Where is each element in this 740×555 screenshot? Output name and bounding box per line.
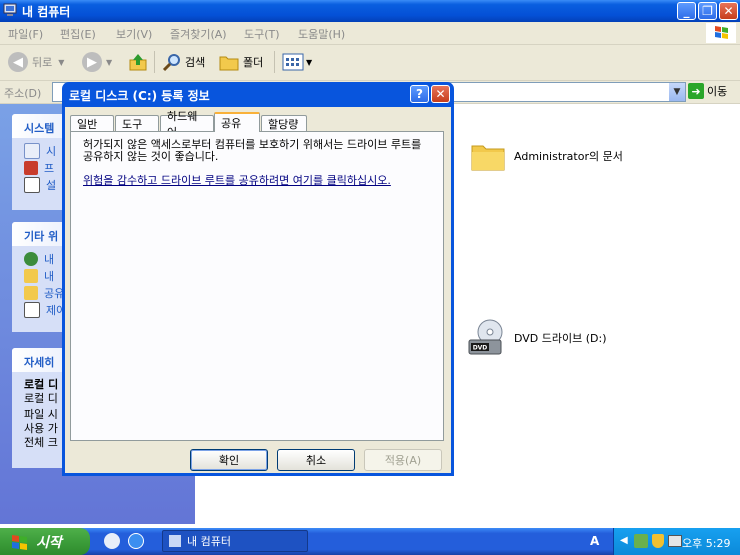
keyboard-icon[interactable] — [668, 535, 682, 547]
folder-icon — [24, 268, 38, 283]
up-folder-icon — [129, 54, 147, 71]
tab-quota[interactable]: 할당량 — [261, 115, 307, 131]
share-root-link[interactable]: 위험을 감수하고 드라이브 루트를 공유하려면 여기를 클릭하십시오. — [83, 172, 433, 188]
views-button[interactable]: ▼ — [282, 51, 312, 73]
change-setting-icon — [24, 176, 40, 193]
tab-sharing[interactable]: 공유 — [214, 112, 260, 132]
apply-button[interactable]: 적용(A) — [364, 449, 442, 471]
menu-file[interactable]: 파일(F) — [8, 26, 43, 42]
folder-icon — [471, 145, 505, 171]
sharing-warning-text: 허가되지 않은 액세스로부터 컴퓨터를 보호하기 위해서는 드라이브 루트를 공… — [83, 138, 422, 163]
back-button[interactable]: ◀ 뒤로 ▼ — [8, 51, 64, 73]
system-info-icon — [24, 142, 40, 159]
back-arrow-icon: ◀ — [8, 52, 28, 72]
ok-button[interactable]: 확인 — [190, 449, 268, 471]
menu-view[interactable]: 보기(V) — [116, 26, 152, 42]
my-computer-icon — [3, 3, 17, 16]
sharing-tab-panel: 허가되지 않은 액세스로부터 컴퓨터를 보호하기 위해서는 드라이브 루트를 공… — [70, 131, 444, 441]
go-button[interactable]: ➜ 이동 — [688, 83, 727, 99]
language-indicator[interactable]: A — [590, 534, 599, 548]
file-item-dvd-drive[interactable]: DVD DVD 드라이브 (D:) — [468, 318, 607, 358]
toolbar-separator — [154, 51, 155, 73]
file-item-admin-documents[interactable]: Administrator의 문서 — [470, 138, 623, 174]
internet-explorer-icon[interactable] — [128, 533, 144, 549]
tab-hardware[interactable]: 하드웨어 — [160, 110, 214, 139]
go-arrow-icon: ➜ — [688, 83, 704, 99]
help-button[interactable]: ? — [410, 85, 429, 103]
dialog-title: 로컬 디스크 (C:) 등록 정보 — [69, 89, 210, 103]
properties-dialog: 로컬 디스크 (C:) 등록 정보 ? ✕ 일반 도구 하드웨어 공유 할당량 … — [62, 82, 454, 476]
dialog-client: 일반 도구 하드웨어 공유 할당량 허가되지 않은 액세스로부터 컴퓨터를 보호… — [65, 107, 451, 473]
search-button[interactable]: 검색 — [162, 51, 205, 73]
chevron-down-icon: ▼ — [306, 57, 313, 67]
menu-edit[interactable]: 편집(E) — [60, 26, 96, 42]
toolbar-separator — [274, 51, 275, 73]
network-places-icon — [24, 251, 38, 266]
desktop-shortcut-icon[interactable] — [104, 533, 120, 549]
control-panel-icon — [24, 301, 40, 318]
window-title-bar[interactable]: 내 컴퓨터 _ ❐ ✕ — [0, 0, 740, 22]
my-computer-icon — [169, 535, 181, 547]
menu-favorites[interactable]: 즐겨찾기(A) — [170, 26, 227, 42]
taskbar: 시작 내 컴퓨터 A ◀ 오후 5:29 — [0, 528, 740, 555]
toolbar: ◀ 뒤로 ▼ ▶ ▼ 검색 폴더 ▼ — [0, 45, 740, 81]
shared-folder-icon — [24, 285, 38, 300]
close-button[interactable]: ✕ — [719, 2, 738, 20]
dvd-drive-icon: DVD — [468, 319, 503, 355]
taskbar-item-my-computer[interactable]: 내 컴퓨터 — [162, 530, 308, 552]
search-icon — [162, 54, 180, 72]
address-dropdown-button[interactable]: ▼ — [669, 83, 685, 101]
maximize-button[interactable]: ❐ — [698, 2, 717, 20]
folders-button[interactable]: 폴더 — [218, 51, 263, 73]
forward-arrow-icon: ▶ — [82, 52, 102, 72]
windows-logo-icon — [12, 534, 27, 550]
cancel-button[interactable]: 취소 — [277, 449, 355, 471]
add-remove-programs-icon — [24, 160, 38, 175]
menu-bar: 파일(F) 편집(E) 보기(V) 즐겨찾기(A) 도구(T) 도움말(H) — [0, 22, 740, 45]
chevron-down-icon: ▼ — [58, 57, 65, 67]
folder-icon — [219, 56, 239, 71]
windows-logo-icon — [706, 23, 736, 43]
chevron-down-icon: ▼ — [106, 57, 113, 67]
tray-expand-icon[interactable]: ◀ — [620, 535, 628, 546]
views-icon — [282, 53, 304, 71]
address-label: 주소(D) — [4, 87, 42, 100]
security-shield-icon[interactable] — [652, 534, 664, 548]
svg-text:DVD: DVD — [473, 345, 488, 352]
minimize-button[interactable]: _ — [677, 2, 696, 20]
dialog-close-button[interactable]: ✕ — [431, 85, 450, 103]
window-title: 내 컴퓨터 — [22, 5, 71, 19]
clock: 오후 5:29 — [682, 537, 731, 550]
up-folder-button[interactable] — [128, 51, 148, 73]
dialog-title-bar[interactable]: 로컬 디스크 (C:) 등록 정보 ? ✕ — [65, 82, 451, 107]
system-tray: ◀ 오후 5:29 — [613, 528, 740, 555]
tab-general[interactable]: 일반 — [70, 115, 114, 131]
menu-tools[interactable]: 도구(T) — [244, 26, 280, 42]
forward-button[interactable]: ▶ ▼ — [82, 51, 112, 73]
tab-tools[interactable]: 도구 — [115, 115, 159, 131]
start-button[interactable]: 시작 — [0, 528, 90, 555]
menu-help[interactable]: 도움말(H) — [298, 26, 345, 42]
network-icon[interactable] — [634, 534, 648, 548]
